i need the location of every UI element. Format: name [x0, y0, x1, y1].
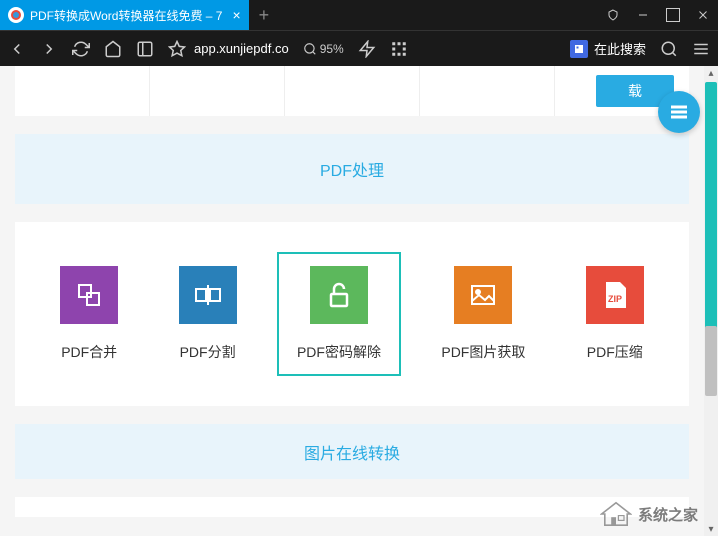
floating-menu-button[interactable] [658, 91, 700, 133]
reload-button[interactable] [72, 40, 90, 58]
tool-label: PDF分割 [180, 342, 236, 362]
address-bar[interactable]: app.xunjiepdf.co [168, 40, 289, 58]
tool-label: PDF合并 [61, 342, 117, 362]
scroll-thumb[interactable] [705, 326, 717, 396]
top-cells [15, 66, 555, 116]
tool-pdf-unlock[interactable]: PDF密码解除 [277, 252, 401, 376]
scroll-down-icon[interactable]: ▾ [704, 522, 718, 536]
tool-pdf-split[interactable]: PDF分割 [159, 252, 257, 376]
zip-icon: ZIP [586, 266, 644, 324]
merge-icon [60, 266, 118, 324]
qr-icon[interactable] [390, 40, 408, 58]
top-row: 载 [15, 66, 689, 116]
tool-label: PDF密码解除 [297, 342, 381, 362]
page-body: 载 PDF处理 PDF合并 PDF分割 P [0, 66, 704, 536]
url-text: app.xunjiepdf.co [194, 41, 289, 56]
bottom-strip [15, 497, 689, 517]
minimize-button[interactable] [628, 0, 658, 30]
search-engine-icon [570, 40, 588, 58]
maximize-button[interactable] [658, 0, 688, 30]
flash-icon[interactable] [358, 40, 376, 58]
browser-toolbar: app.xunjiepdf.co 95% 在此搜索 [0, 30, 718, 66]
section-header-image: 图片在线转换 [15, 424, 689, 479]
watermark: 系统之家 [600, 500, 698, 528]
close-button[interactable] [688, 0, 718, 30]
section-header-pdf: PDF处理 [15, 134, 689, 204]
svg-text:ZIP: ZIP [608, 294, 622, 304]
back-button[interactable] [8, 40, 26, 58]
titlebar: PDF转换成Word转换器在线免费 – 7 × + [0, 0, 718, 30]
top-cell [15, 66, 150, 116]
browser-tab[interactable]: PDF转换成Word转换器在线免费 – 7 × [0, 0, 249, 30]
watermark-house-icon [600, 500, 632, 528]
scroll-up-icon[interactable]: ▴ [704, 66, 718, 80]
split-icon [179, 266, 237, 324]
home-button[interactable] [104, 40, 122, 58]
page-content: 载 PDF处理 PDF合并 PDF分割 P [0, 66, 718, 536]
watermark-text: 系统之家 [638, 504, 698, 525]
tool-label: PDF压缩 [587, 342, 643, 362]
star-icon[interactable] [168, 40, 186, 58]
search-icon[interactable] [660, 40, 678, 58]
image-icon [454, 266, 512, 324]
tab-title: PDF转换成Word转换器在线免费 – 7 [30, 7, 222, 24]
top-cell [285, 66, 420, 116]
forward-button[interactable] [40, 40, 58, 58]
new-tab-button[interactable]: + [249, 5, 280, 26]
top-cell [150, 66, 285, 116]
search-box[interactable]: 在此搜索 [570, 39, 646, 58]
tool-pdf-compress[interactable]: ZIP PDF压缩 [566, 252, 664, 376]
scrollbar[interactable]: ▴ ▾ [704, 66, 718, 536]
tool-pdf-extract-image[interactable]: PDF图片获取 [421, 252, 545, 376]
tools-row: PDF合并 PDF分割 PDF密码解除 PDF图片获取 [15, 222, 689, 406]
zoom-indicator[interactable]: 95% [303, 42, 344, 56]
window-shield-icon[interactable] [598, 0, 628, 30]
tool-label: PDF图片获取 [441, 342, 525, 362]
unlock-icon [310, 266, 368, 324]
tool-pdf-merge[interactable]: PDF合并 [40, 252, 138, 376]
tab-close-icon[interactable]: × [232, 7, 240, 23]
search-placeholder: 在此搜索 [594, 39, 646, 58]
menu-icon[interactable] [692, 40, 710, 58]
bookmark-panel-icon[interactable] [136, 40, 154, 58]
window-controls [598, 0, 718, 30]
tab-favicon [8, 7, 24, 23]
top-cell [420, 66, 555, 116]
